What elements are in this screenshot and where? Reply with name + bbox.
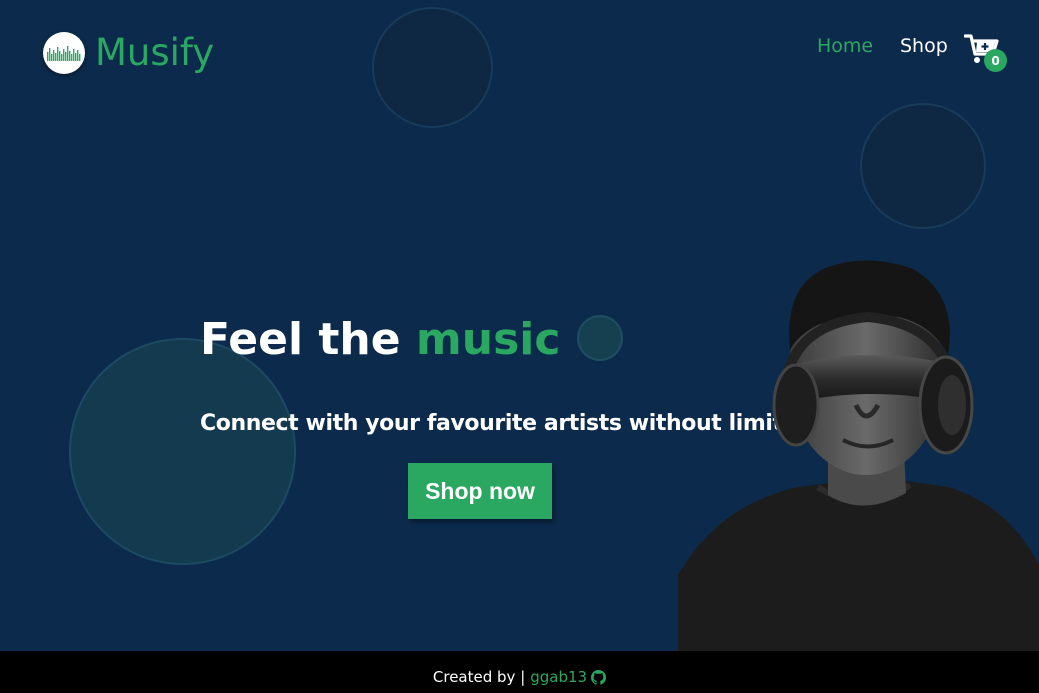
nav-home-link[interactable]: Home [817,34,873,58]
soundwave-logo-icon [43,32,85,74]
github-icon[interactable] [591,669,607,685]
cart-button[interactable]: 0 [964,33,1008,72]
nav-shop-link[interactable]: Shop [900,34,948,58]
decorative-bubble [577,315,623,361]
footer: Created by | ggab13 [0,651,1039,693]
person-with-headphones-image [678,260,1039,651]
decorative-bubble [860,103,986,229]
cart-count-badge: 0 [984,49,1007,72]
decorative-bubble [69,338,296,565]
footer-author-link[interactable]: ggab13 [530,668,587,686]
hero-title-accent: music [415,314,561,365]
brand-name: Musify [95,31,215,74]
shop-now-button[interactable]: Shop now [408,463,552,519]
hero-title-prefix: Feel the [200,314,401,365]
hero-title: Feel the music [200,312,560,368]
brand-logo-link[interactable]: Musify [43,29,214,77]
decorative-bubble [372,7,493,128]
footer-created-by: Created by | [432,668,526,686]
